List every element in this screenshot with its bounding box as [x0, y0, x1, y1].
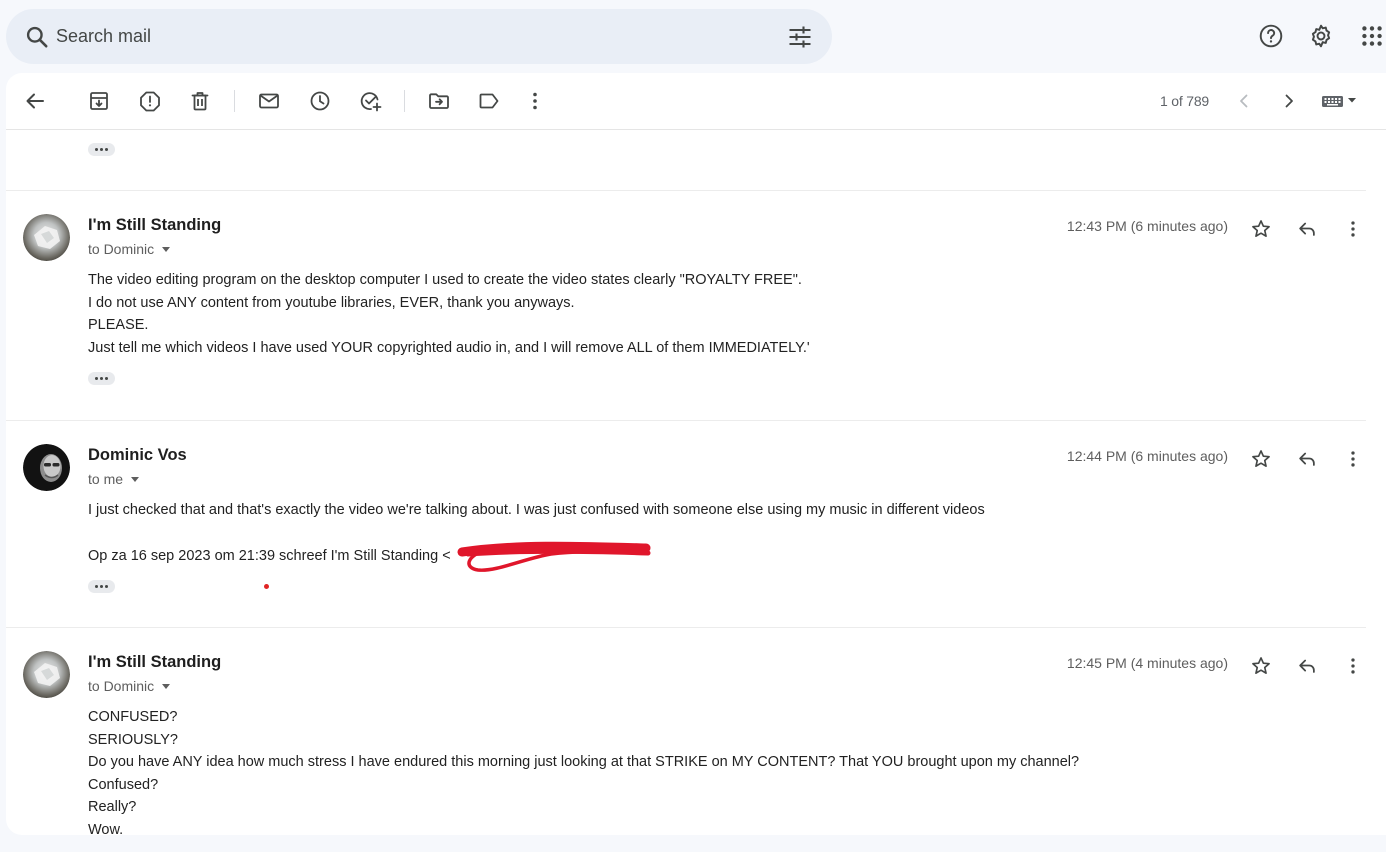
message-timestamp: 12:43 PM (6 minutes ago) — [1066, 218, 1228, 234]
body-line: The video editing program on the desktop… — [88, 272, 802, 288]
sender-name: I'm Still Standing — [88, 216, 222, 234]
reply-icon[interactable] — [1296, 218, 1318, 240]
body-line: PLEASE. — [88, 317, 149, 333]
pagination-count: 1 of 789 — [1160, 93, 1209, 109]
report-spam-icon[interactable] — [138, 89, 162, 113]
keyboard-icon[interactable] — [1321, 89, 1361, 113]
avatar[interactable] — [23, 444, 70, 491]
recipient-label: to Dominic — [88, 241, 155, 257]
show-trimmed-content-button[interactable] — [88, 372, 115, 385]
snooze-icon[interactable] — [308, 89, 332, 113]
archive-icon[interactable] — [87, 89, 111, 113]
toolbar-separator — [404, 90, 405, 112]
reply-icon[interactable] — [1296, 448, 1318, 470]
toolbar-separator — [234, 90, 235, 112]
more-icon[interactable] — [523, 89, 547, 113]
message-thread: I'm Still Standing to Dominic 12:43 PM (… — [6, 131, 1366, 835]
caret-down-icon — [162, 684, 171, 689]
delete-icon[interactable] — [188, 89, 212, 113]
search-bar — [6, 9, 832, 64]
settings-icon[interactable] — [1308, 23, 1334, 49]
conversation-toolbar: 1 of 789 — [6, 73, 1386, 130]
recipient-label: to me — [88, 471, 124, 487]
search-icon[interactable] — [24, 24, 50, 50]
more-options-icon[interactable] — [1342, 218, 1364, 240]
message-timestamp: 12:44 PM (6 minutes ago) — [1066, 448, 1228, 464]
message-body: I just checked that and that's exactly t… — [88, 499, 985, 522]
label-icon[interactable] — [477, 89, 501, 113]
quoted-header: Op za 16 sep 2023 om 21:39 schreef I'm S… — [88, 548, 451, 564]
body-line: Do you have ANY idea how much stress I h… — [88, 754, 1080, 770]
body-line: I just checked that and that's exactly t… — [88, 502, 985, 518]
conversation-view: 1 of 789 I'm Still Standing to Dominic 1… — [6, 73, 1386, 835]
message: I'm Still Standing to Dominic 12:43 PM (… — [6, 191, 1366, 421]
move-to-icon[interactable] — [427, 89, 451, 113]
body-line: Confused? — [88, 776, 159, 793]
reply-icon[interactable] — [1296, 655, 1318, 677]
older-icon[interactable] — [1277, 89, 1301, 113]
message-body: CONFUSED? SERIOUSLY? Do you have ANY ide… — [88, 706, 1079, 835]
show-trimmed-content-button[interactable] — [88, 143, 115, 156]
body-line: SERIOUSLY? — [88, 731, 178, 748]
search-options-icon[interactable] — [786, 23, 814, 51]
sender-name: Dominic Vos — [88, 446, 187, 464]
sender-name: I'm Still Standing — [88, 653, 222, 671]
avatar[interactable] — [23, 214, 70, 261]
message-body: The video editing program on the desktop… — [88, 269, 810, 359]
redaction-scribble — [457, 541, 651, 572]
body-line: Just tell me which videos I have used YO… — [88, 339, 810, 356]
recipient-details-toggle[interactable]: to Dominic — [88, 241, 171, 257]
message: I'm Still Standing to Dominic 12:45 PM (… — [6, 628, 1366, 835]
star-icon[interactable] — [1250, 655, 1272, 677]
recipient-details-toggle[interactable]: to me — [88, 471, 140, 487]
avatar[interactable] — [23, 651, 70, 698]
star-icon[interactable] — [1250, 448, 1272, 470]
star-icon[interactable] — [1250, 218, 1272, 240]
apps-icon[interactable] — [1359, 23, 1385, 49]
red-dot-mark — [264, 584, 269, 589]
newer-icon[interactable] — [1232, 89, 1256, 113]
caret-down-icon — [162, 247, 171, 252]
message: Dominic Vos to me 12:44 PM (6 minutes ag… — [6, 421, 1366, 627]
body-line: CONFUSED? — [88, 709, 178, 725]
body-line: Wow. — [88, 821, 124, 836]
more-options-icon[interactable] — [1342, 655, 1364, 677]
more-options-icon[interactable] — [1342, 448, 1364, 470]
caret-down-icon — [131, 477, 140, 482]
search-input[interactable] — [56, 21, 756, 52]
mark-unread-icon[interactable] — [257, 89, 281, 113]
back-icon[interactable] — [23, 89, 47, 113]
body-line: I do not use ANY content from youtube li… — [88, 294, 575, 311]
help-icon[interactable] — [1258, 23, 1284, 49]
body-line: Really? — [88, 799, 137, 815]
message-timestamp: 12:45 PM (4 minutes ago) — [1066, 655, 1228, 671]
recipient-details-toggle[interactable]: to Dominic — [88, 678, 171, 694]
recipient-label: to Dominic — [88, 678, 155, 694]
show-trimmed-content-button[interactable] — [88, 580, 115, 593]
add-to-tasks-icon[interactable] — [358, 89, 382, 113]
